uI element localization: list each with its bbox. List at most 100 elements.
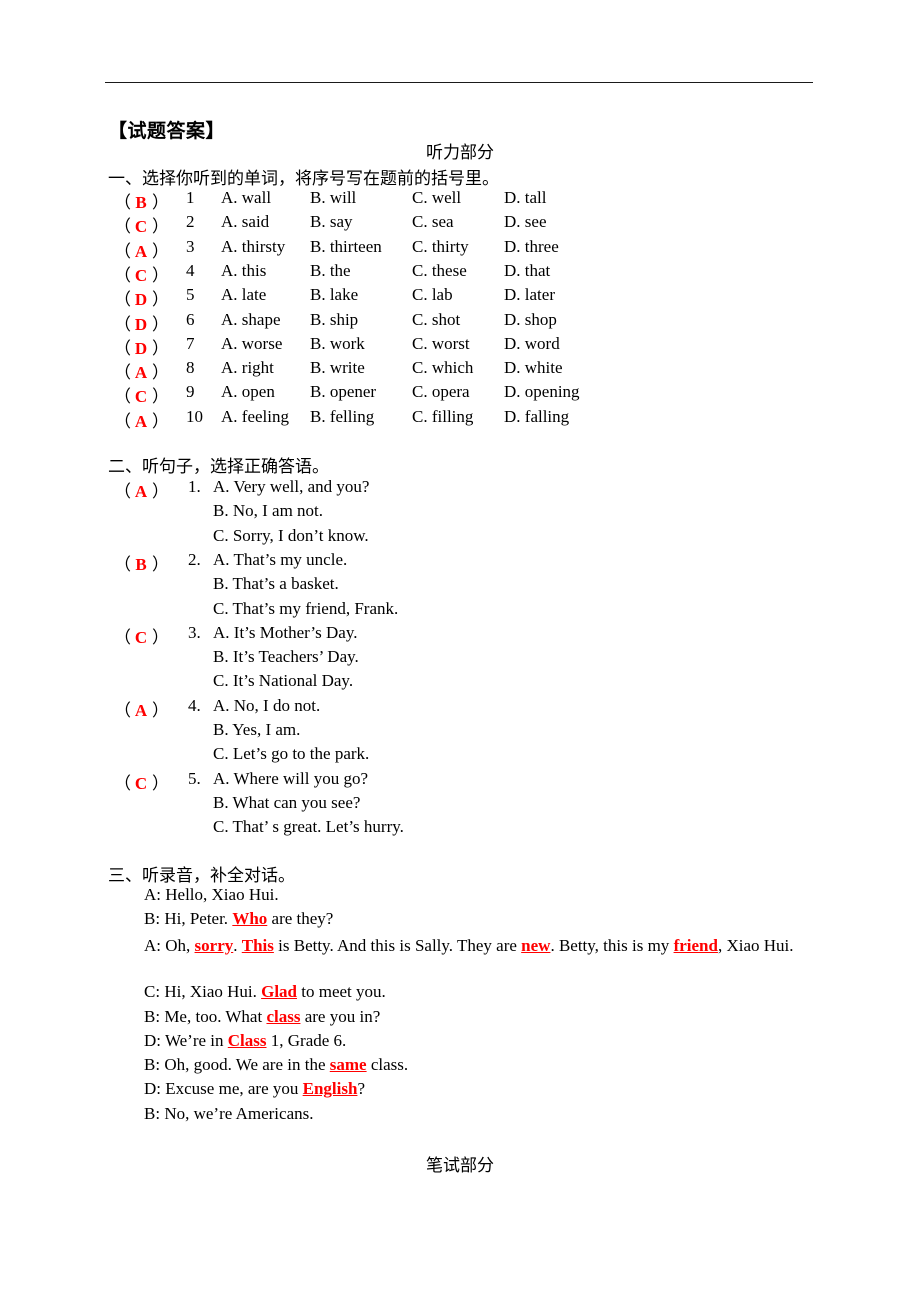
answer-bracket: （A） [114, 696, 169, 721]
dialogue-text-post: are they? [267, 909, 334, 929]
option-b: B. What can you see? [213, 792, 361, 812]
paren-right: ） [152, 241, 169, 261]
speaker-label: B: [144, 1055, 165, 1075]
option-d: D. tall [504, 188, 547, 207]
dialogue-line-text: D: We’re in Class 1, Grade 6. [144, 1031, 346, 1051]
listening-option-row: B. It’s Teachers’ Day. [0, 647, 920, 671]
dialogue-text-post: class. [366, 1055, 409, 1075]
listening-answer-row: （C） 5. A. Where will you go? [0, 769, 920, 793]
option-b: B. thirteen [310, 236, 382, 256]
listening-section-title: 听力部分 [426, 143, 494, 163]
option-a: A. right [221, 358, 274, 378]
option-d: D. word [504, 333, 560, 353]
section-two-heading: 二、听句子，选择正确答语。 [108, 457, 329, 477]
paren-right: ） [152, 265, 169, 285]
option-c: C. lab [412, 285, 453, 305]
question-number: 10 [186, 406, 203, 426]
option-d: D. opening [504, 382, 580, 402]
option-d: D. white [504, 358, 563, 378]
dialogue-text-pre: Me, too. What [164, 1006, 267, 1026]
question-number: 2. [188, 549, 201, 569]
paren-right: ） [152, 338, 169, 358]
paren-left: （ [114, 241, 131, 261]
dialogue-line-text: A: Hello, Xiao Hui. [144, 885, 279, 905]
dialogue-line-text: C: Hi, Xiao Hui. Glad to meet you. [144, 982, 386, 1002]
option-a: A. said [221, 212, 270, 232]
option-c: C. worst [412, 333, 470, 353]
question-number: 4. [188, 695, 201, 715]
dialogue-line-text: D: Excuse me, are you English? [144, 1079, 365, 1099]
question-number: 2 [186, 212, 195, 232]
paren-right: ） [152, 387, 169, 407]
listening-answer-row: （A） 1. A. Very well, and you? [0, 477, 920, 501]
dialogue-text-pre: Oh, good. We are in the [164, 1055, 330, 1075]
option-a: A. feeling [221, 406, 289, 426]
option-b: B. lake [310, 285, 359, 305]
option-c: C. sea [412, 212, 454, 232]
paren-left: （ [114, 193, 131, 212]
option-a: A. worse [221, 333, 283, 353]
listening-option-row: B. Yes, I am. [0, 720, 920, 744]
option-a: A. That’s my uncle. [213, 549, 348, 569]
speaker-label: A: [144, 885, 166, 904]
speaker-label: D: [144, 1079, 166, 1099]
question-number: 6 [186, 309, 195, 329]
dialogue-line-text: B: No, we’re Americans. [144, 1104, 313, 1124]
dialogue-line-text: B: Me, too. What class are you in? [144, 1007, 380, 1027]
dialogue-line-text: B: Hi, Peter. Who are they? [144, 909, 333, 929]
option-a: A. It’s Mother’s Day. [213, 622, 358, 642]
mc-question-row: （C） 4 A. this B. the C. these D. that [0, 261, 920, 285]
speaker-label: B: [144, 1103, 165, 1123]
answer-bracket: （C） [114, 769, 169, 794]
option-a: A. Very well, and you? [213, 477, 370, 496]
paren-right: ） [152, 217, 169, 237]
answer-blank-word: friend [673, 935, 718, 955]
question-number: 5 [186, 285, 195, 305]
question-number: 8 [186, 358, 195, 378]
listening-answer-row: （B） 2. A. That’s my uncle. [0, 550, 920, 574]
dialogue-text-p2: . [233, 935, 242, 955]
paren-right: ） [152, 700, 169, 720]
option-a: A. No, I do not. [213, 695, 321, 715]
dialogue-line-wrapped: A: Oh, sorry. This is Betty. And this is… [108, 934, 820, 958]
document-page: 【试题答案】 听力部分 一、选择你听到的单词，将序号写在题前的括号里。 （B） 1… [0, 0, 920, 1302]
written-section-title: 笔试部分 [426, 1156, 494, 1176]
option-c: C. which [412, 358, 474, 378]
paren-left: （ [114, 554, 131, 574]
paren-right: ） [152, 627, 169, 647]
answer-letter: A [134, 241, 148, 261]
option-a: A. wall [221, 188, 272, 207]
dialogue-text-post: to meet you. [297, 982, 386, 1002]
option-a: A. shape [221, 309, 281, 329]
option-c: C. filling [412, 406, 474, 426]
paren-left: （ [114, 411, 131, 431]
answer-letter: D [134, 314, 148, 334]
answer-bracket: （C） [114, 382, 176, 407]
answer-bracket: （A） [114, 358, 176, 383]
mc-question-row: （C） 9 A. open B. opener C. opera D. opening [0, 382, 920, 406]
answer-letter: A [134, 411, 148, 431]
option-b: B. opener [310, 382, 377, 402]
answer-blank-word: same [329, 1055, 367, 1075]
answer-letter: C [134, 387, 148, 407]
mc-question-row: （A） 3 A. thirsty B. thirteen C. thirty D. thr… [0, 237, 920, 261]
option-a: A. this [221, 260, 267, 280]
answer-letter: A [134, 482, 148, 501]
paren-left: （ [114, 217, 131, 237]
option-c: C. Let’s go to the park. [213, 744, 370, 764]
answer-letter: C [134, 627, 148, 647]
paren-left: （ [114, 482, 131, 501]
option-c: C. It’s National Day. [213, 671, 354, 691]
mc-question-row: （D） 6 A. shape B. ship C. shot D. shop [0, 310, 920, 334]
dialogue-text: Hello, Xiao Hui. [165, 885, 279, 904]
dialogue-text-pre: Excuse me, are you [165, 1079, 303, 1099]
paren-left: （ [114, 627, 131, 647]
option-d: D. falling [504, 406, 570, 426]
speaker-label: B: [144, 909, 165, 929]
answer-letter: C [134, 265, 148, 285]
answer-blank-word: This [241, 935, 274, 955]
paren-right: ） [152, 363, 169, 383]
question-number: 1. [188, 477, 201, 496]
option-a: A. open [221, 382, 275, 402]
option-a: A. late [221, 285, 267, 305]
